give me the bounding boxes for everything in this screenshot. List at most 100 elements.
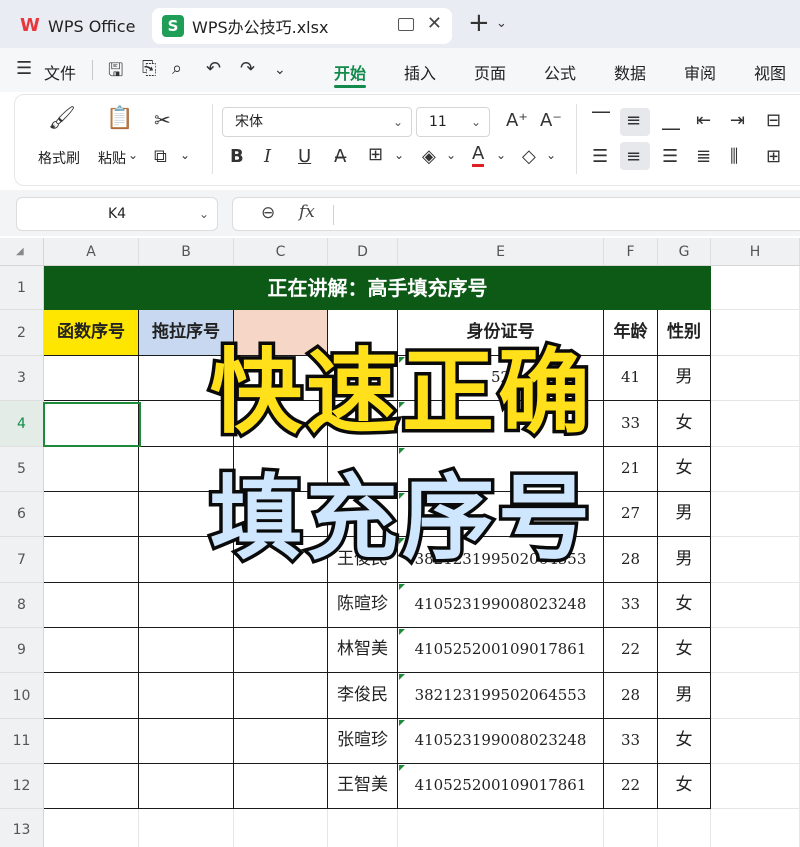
- name-box[interactable]: K4 ⌄: [16, 197, 218, 231]
- table-cell[interactable]: 33: [604, 583, 658, 628]
- chevron-down-icon[interactable]: ⌄: [394, 148, 404, 162]
- table-cell[interactable]: 陈暄珍: [328, 583, 398, 628]
- cell[interactable]: [711, 401, 800, 447]
- row-header-2[interactable]: 2: [0, 310, 44, 356]
- table-cell[interactable]: 女: [658, 764, 711, 809]
- align-middle-icon[interactable]: ≡: [626, 110, 641, 131]
- chevron-down-icon[interactable]: ⌄: [446, 148, 456, 162]
- table-cell[interactable]: [139, 764, 234, 809]
- table-cell[interactable]: 女: [658, 628, 711, 673]
- table-cell[interactable]: [139, 719, 234, 764]
- cell[interactable]: [711, 583, 800, 628]
- row-header-8[interactable]: 8: [0, 583, 44, 628]
- chevron-down-icon[interactable]: ⌄: [180, 148, 190, 162]
- border-icon[interactable]: ⊞: [368, 144, 383, 165]
- cell[interactable]: [44, 809, 139, 847]
- header-cell-a[interactable]: 函数序号: [44, 310, 139, 356]
- chevron-down-icon[interactable]: ⌄: [496, 148, 506, 162]
- justify-icon[interactable]: ≣: [696, 146, 711, 167]
- column-header-b[interactable]: B: [139, 238, 234, 266]
- sheet-title-cell[interactable]: 正在讲解：高手填充序号: [44, 266, 711, 310]
- tab-file[interactable]: S WPS办公技巧.xlsx ✕: [152, 8, 452, 44]
- menu-tab-data[interactable]: 数据: [614, 60, 646, 84]
- align-top-icon[interactable]: ⎺: [592, 110, 610, 131]
- align-center-icon[interactable]: ≡: [626, 146, 641, 167]
- row-header-1[interactable]: 1: [0, 266, 44, 310]
- row-header-7[interactable]: 7: [0, 537, 44, 583]
- chevron-down-icon[interactable]: ⌄: [128, 148, 138, 162]
- cell[interactable]: [398, 809, 604, 847]
- table-cell[interactable]: 女: [658, 583, 711, 628]
- table-cell[interactable]: [234, 583, 328, 628]
- align-right-icon[interactable]: ☰: [662, 146, 678, 167]
- table-cell[interactable]: 410525200109017861: [398, 764, 604, 809]
- header-cell-g[interactable]: 性别: [658, 310, 711, 356]
- table-cell[interactable]: 王智美: [328, 764, 398, 809]
- close-icon[interactable]: ✕: [427, 13, 442, 34]
- cut-icon[interactable]: ✂: [154, 108, 171, 132]
- table-cell[interactable]: 28: [604, 673, 658, 719]
- table-cell[interactable]: 林智美: [328, 628, 398, 673]
- table-cell[interactable]: [44, 447, 139, 492]
- table-cell[interactable]: 男: [658, 492, 711, 537]
- column-header-d[interactable]: D: [328, 238, 398, 266]
- table-cell[interactable]: 33: [604, 401, 658, 447]
- header-cell-f[interactable]: 年龄: [604, 310, 658, 356]
- cell[interactable]: [711, 628, 800, 673]
- table-cell[interactable]: [234, 719, 328, 764]
- menu-tab-start[interactable]: 开始: [334, 60, 366, 84]
- cell[interactable]: [711, 447, 800, 492]
- row-header-10[interactable]: 10: [0, 673, 44, 719]
- column-header-h[interactable]: H: [711, 238, 800, 266]
- table-cell[interactable]: 28: [604, 537, 658, 583]
- paste-button[interactable]: 粘贴: [98, 148, 126, 168]
- table-cell[interactable]: 女: [658, 447, 711, 492]
- chevron-down-icon[interactable]: ⌄: [274, 62, 286, 78]
- table-cell[interactable]: 410523199008023248: [398, 583, 604, 628]
- table-cell[interactable]: 男: [658, 537, 711, 583]
- table-cell[interactable]: [234, 673, 328, 719]
- table-cell[interactable]: [44, 764, 139, 809]
- table-cell[interactable]: 21: [604, 447, 658, 492]
- italic-icon[interactable]: I: [264, 146, 271, 167]
- menu-tab-formula[interactable]: 公式: [544, 60, 576, 84]
- column-header-a[interactable]: A: [44, 238, 139, 266]
- table-cell[interactable]: 410523199008023248: [398, 719, 604, 764]
- table-cell[interactable]: [44, 583, 139, 628]
- chevron-down-icon[interactable]: ⌄: [546, 148, 556, 162]
- wrap-text-icon[interactable]: ⊟: [766, 110, 781, 131]
- menu-tab-insert[interactable]: 插入: [404, 60, 436, 84]
- menu-file[interactable]: 文件: [44, 60, 76, 84]
- cell[interactable]: [711, 537, 800, 583]
- table-cell[interactable]: 女: [658, 401, 711, 447]
- font-name-select[interactable]: 宋体 ⌄: [222, 107, 412, 137]
- table-cell[interactable]: [44, 628, 139, 673]
- table-cell[interactable]: 33: [604, 719, 658, 764]
- tab-wps-home[interactable]: W WPS Office: [8, 8, 142, 44]
- save-icon[interactable]: 🖫: [108, 58, 123, 88]
- menu-tab-review[interactable]: 审阅: [684, 60, 716, 84]
- undo-icon[interactable]: ↶: [206, 58, 221, 79]
- table-cell[interactable]: 张暄珍: [328, 719, 398, 764]
- row-header-9[interactable]: 9: [0, 628, 44, 673]
- distributed-icon[interactable]: ⫼: [730, 146, 738, 167]
- align-bottom-icon[interactable]: ⎽: [662, 110, 680, 131]
- column-header-g[interactable]: G: [658, 238, 711, 266]
- table-cell[interactable]: 女: [658, 719, 711, 764]
- table-cell[interactable]: 男: [658, 673, 711, 719]
- fx-icon[interactable]: fx: [299, 202, 315, 222]
- table-cell[interactable]: 李俊民: [328, 673, 398, 719]
- underline-icon[interactable]: U: [298, 146, 311, 167]
- table-cell[interactable]: 382123199502064553: [398, 673, 604, 719]
- format-painter-button[interactable]: 格式刷: [38, 148, 80, 168]
- hamburger-icon[interactable]: ☰: [16, 58, 32, 79]
- column-header-e[interactable]: E: [398, 238, 604, 266]
- formula-input[interactable]: ⊖ fx: [232, 197, 800, 231]
- table-cell[interactable]: [139, 628, 234, 673]
- new-tab-button[interactable]: +: [468, 8, 490, 38]
- cell[interactable]: [139, 809, 234, 847]
- cell[interactable]: [328, 809, 398, 847]
- decrease-font-icon[interactable]: A⁻: [540, 110, 562, 131]
- table-cell[interactable]: 男: [658, 356, 711, 401]
- table-cell[interactable]: [139, 673, 234, 719]
